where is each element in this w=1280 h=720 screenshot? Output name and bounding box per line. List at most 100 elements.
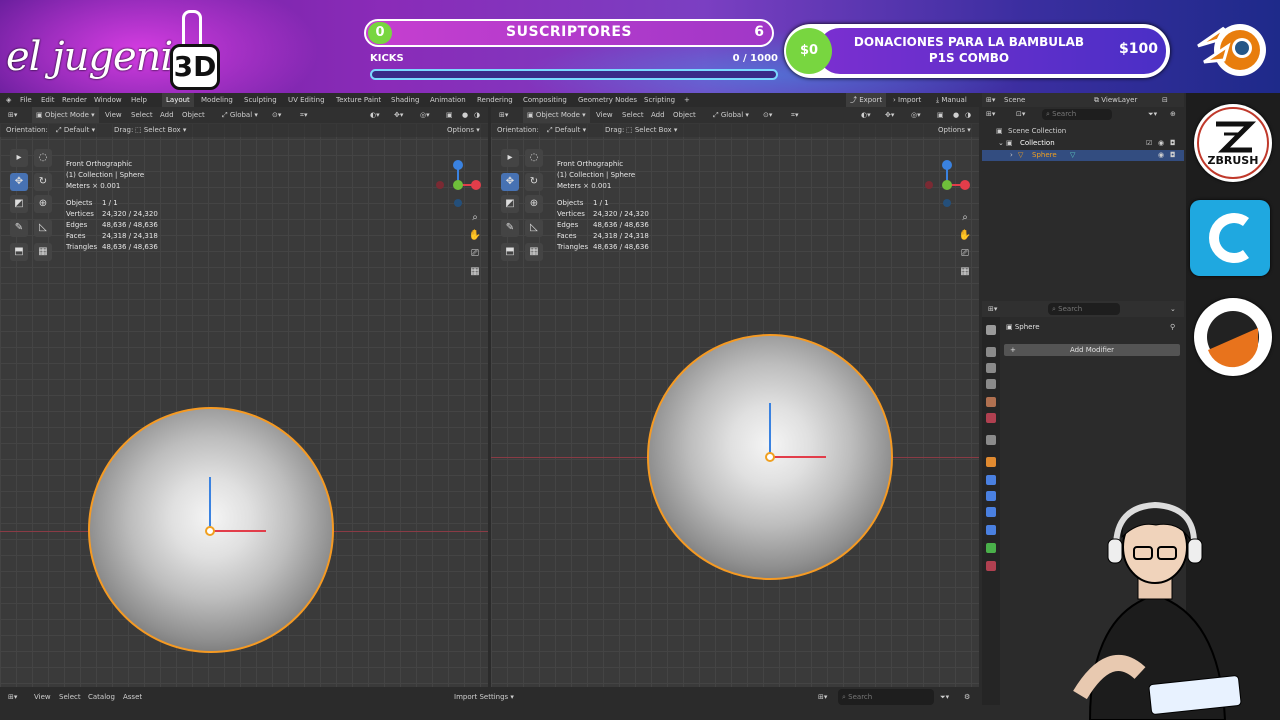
transform-orientation-select[interactable]: ⤢ Global ▾	[713, 107, 749, 123]
options-menu[interactable]: Options ▾	[447, 123, 480, 137]
blender-menu-icon[interactable]: ◈	[6, 93, 11, 107]
modifier-tab-icon[interactable]	[986, 475, 996, 485]
visibility-icon[interactable]: ◐▾	[370, 107, 380, 123]
collection-tab-icon[interactable]	[986, 435, 996, 445]
options-chevron-icon[interactable]: ⌄	[1170, 301, 1176, 317]
annotate-tool-icon[interactable]: ✎	[10, 219, 28, 237]
menu-edit[interactable]: Edit	[41, 93, 55, 107]
material-tab-icon[interactable]	[986, 561, 996, 571]
scene-tab-icon[interactable]	[986, 397, 996, 407]
eye-icon[interactable]: ◉	[1158, 138, 1164, 149]
snap-icon[interactable]: ⌗▾	[300, 107, 307, 123]
eye-icon[interactable]: ◉	[1158, 150, 1164, 161]
menu-window[interactable]: Window	[94, 93, 122, 107]
move-tool-icon[interactable]: ✥	[501, 173, 519, 191]
editor-type-icon[interactable]: ⊞▾	[988, 301, 997, 317]
mode-select[interactable]: ▣ Object Mode ▾	[32, 107, 99, 123]
rotate-tool-icon[interactable]: ↻	[525, 173, 543, 191]
visibility-icon[interactable]: ◐▾	[861, 107, 871, 123]
menu-render[interactable]: Render	[62, 93, 87, 107]
data-tab-icon[interactable]	[986, 543, 996, 553]
zoom-icon[interactable]: ⌕	[468, 211, 482, 225]
gizmo-icon[interactable]: ✥▾	[885, 107, 894, 123]
display-mode-icon[interactable]: ⊞▾	[818, 689, 827, 705]
shading-solid-icon[interactable]: ●	[462, 107, 468, 123]
transform-tool-icon[interactable]: ⊕	[34, 195, 52, 213]
scale-tool-icon[interactable]: ◩	[10, 195, 28, 213]
outliner-item-collection[interactable]: ⌄ ▣ Collection ☑ ◉ ◘	[982, 138, 1184, 149]
settings-gear-icon[interactable]: ⚙	[964, 689, 970, 705]
menu-file[interactable]: File	[20, 93, 32, 107]
shading-material-icon[interactable]: ◑	[474, 107, 480, 123]
add-modifier-button[interactable]: + Add Modifier	[1004, 344, 1180, 356]
grid-view-icon[interactable]: ▦	[958, 265, 972, 279]
xray-icon[interactable]: ▣	[446, 107, 453, 123]
render-icon[interactable]: ◘	[1170, 150, 1176, 161]
rotate-tool-icon[interactable]: ↻	[34, 173, 52, 191]
tab-compositing[interactable]: Compositing	[523, 93, 567, 107]
tab-sculpting[interactable]: Sculpting	[244, 93, 277, 107]
menu-help[interactable]: Help	[131, 93, 147, 107]
view-layer-tab-icon[interactable]	[986, 379, 996, 389]
pin-icon[interactable]: ⚲	[1170, 323, 1175, 331]
transform-orientation-select[interactable]: ⤢ Global ▾	[222, 107, 258, 123]
xray-icon[interactable]: ▣	[937, 107, 944, 123]
camera-view-icon[interactable]: ⎚	[468, 247, 482, 261]
object-menu[interactable]: Object	[182, 107, 205, 123]
gizmo-z-arrow[interactable]	[209, 477, 211, 531]
move-tool-icon[interactable]: ✥	[10, 173, 28, 191]
gizmo-x-arrow[interactable]	[210, 530, 266, 532]
view-menu[interactable]: View	[34, 689, 51, 705]
catalog-menu[interactable]: Catalog	[88, 689, 115, 705]
outliner-search-input[interactable]: ⌕ Search	[1042, 109, 1112, 120]
orientation-select[interactable]: ⤢ Default ▾	[56, 123, 95, 137]
tab-uv-editing[interactable]: UV Editing	[288, 93, 325, 107]
view-menu[interactable]: View	[105, 107, 122, 123]
world-tab-icon[interactable]	[986, 413, 996, 423]
physics-tab-icon[interactable]	[986, 507, 996, 517]
drag-select[interactable]: ⬚ Select Box ▾	[135, 123, 186, 137]
filter-icon[interactable]: ⏷▾	[940, 689, 949, 705]
pivot-icon[interactable]: ⊙▾	[272, 107, 281, 123]
measure-tool-icon[interactable]: ◺	[34, 219, 52, 237]
tab-rendering[interactable]: Rendering	[477, 93, 513, 107]
navigation-gizmo[interactable]	[432, 159, 484, 211]
asset-menu[interactable]: Asset	[123, 689, 142, 705]
manual-button[interactable]: ⤓ Manual	[936, 93, 967, 107]
add-menu[interactable]: Add	[160, 107, 174, 123]
scale-tool-icon[interactable]: ◩	[501, 195, 519, 213]
properties-search-input[interactable]: ⌕ Search	[1048, 303, 1120, 315]
asset-search-input[interactable]: ⌕ Search	[838, 689, 934, 705]
select-cursor-icon[interactable]: ▸	[501, 149, 519, 167]
overlay-icon[interactable]: ◎▾	[911, 107, 921, 123]
object-tab-icon[interactable]	[986, 457, 996, 467]
display-mode-icon[interactable]: ⊞▾	[986, 109, 995, 120]
expand-icon[interactable]: ⌄	[998, 138, 1004, 149]
tab-scripting[interactable]: Scripting	[644, 93, 675, 107]
gizmo-icon[interactable]: ✥▾	[394, 107, 403, 123]
outliner-item-scene-collection[interactable]: ▣ Scene Collection	[982, 126, 1184, 137]
view-layer-select[interactable]: ⧉ ViewLayer	[1094, 93, 1137, 107]
export-button[interactable]: ⤴ Export	[846, 93, 887, 107]
editor-type-icon[interactable]: ⊞▾	[8, 107, 17, 123]
funnel-icon[interactable]: ⏷▾	[1148, 109, 1157, 120]
drag-select[interactable]: ⬚ Select Box ▾	[626, 123, 677, 137]
gizmo-z-arrow[interactable]	[769, 403, 771, 457]
render-icon[interactable]: ◘	[1170, 138, 1176, 149]
import-button[interactable]: › Import	[893, 93, 921, 107]
grid-view-icon[interactable]: ▦	[468, 265, 482, 279]
viewport-left[interactable]: ⊞▾ ▣ Object Mode ▾ View Select Add Objec…	[0, 107, 488, 687]
new-collection-icon[interactable]: ⊕	[1170, 109, 1176, 120]
scene-icon[interactable]: ⊞▾	[986, 93, 995, 107]
import-settings-select[interactable]: Import Settings ▾	[454, 689, 514, 705]
output-tab-icon[interactable]	[986, 363, 996, 373]
overlay-icon[interactable]: ◎▾	[420, 107, 430, 123]
tab-modeling[interactable]: Modeling	[201, 93, 233, 107]
particles-tab-icon[interactable]	[986, 491, 996, 501]
new-view-layer-icon[interactable]: ⊟	[1162, 93, 1168, 107]
add-object-tool-icon[interactable]: ▦	[34, 243, 52, 261]
orientation-select[interactable]: ⤢ Default ▾	[547, 123, 586, 137]
measure-tool-icon[interactable]: ◺	[525, 219, 543, 237]
select-menu[interactable]: Select	[59, 689, 81, 705]
editor-type-icon[interactable]: ⊞▾	[499, 107, 508, 123]
